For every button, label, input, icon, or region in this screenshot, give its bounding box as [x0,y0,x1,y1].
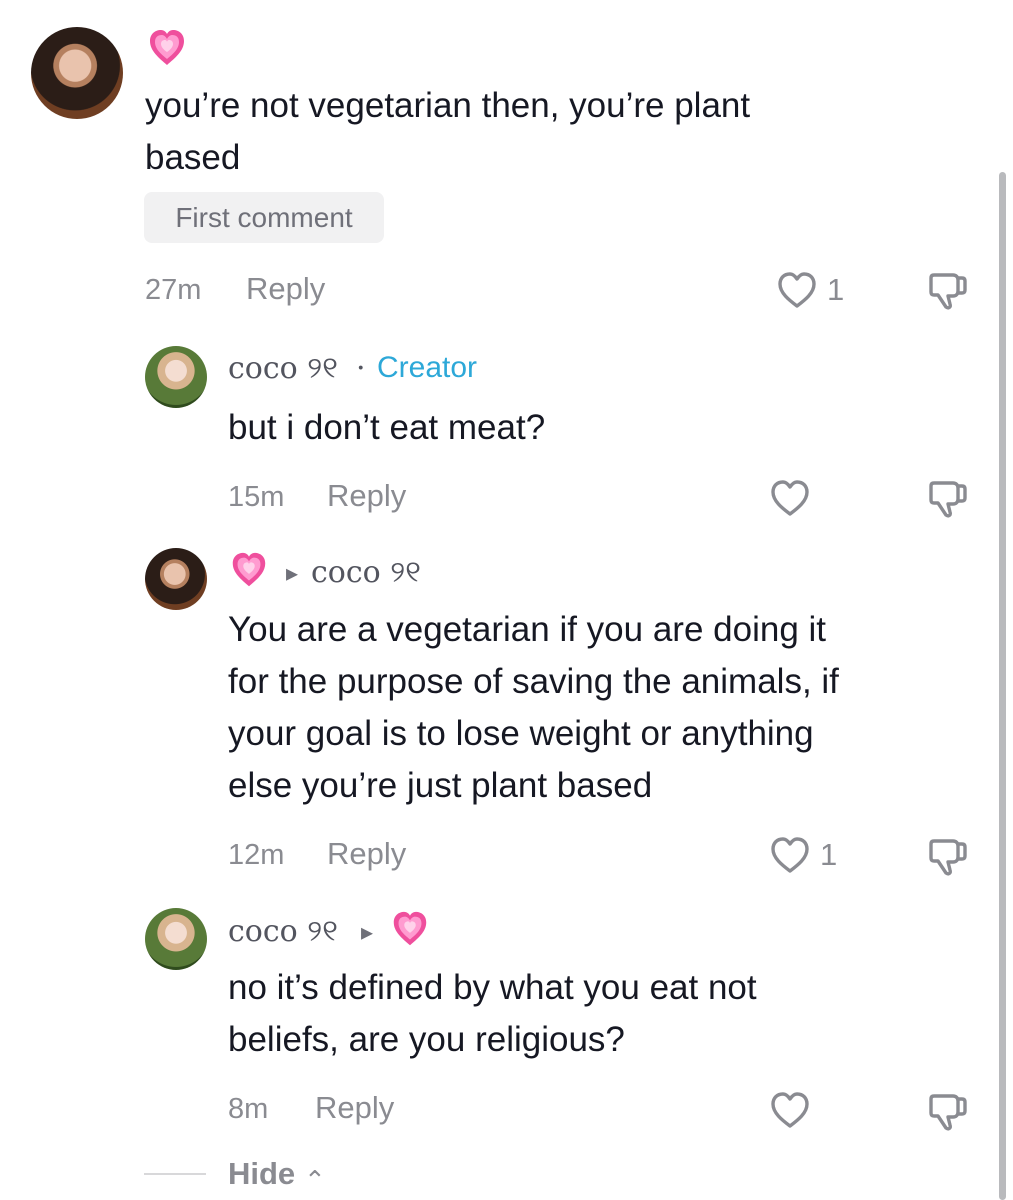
reply-text-line: your goal is to lose weight or anything [228,714,814,753]
commenter-avatar[interactable] [31,27,123,119]
reply-time: 15m [228,481,285,513]
reply-button[interactable]: Reply [246,271,325,307]
like-count: 1 [820,837,838,872]
reply-time: 12m [228,839,285,871]
heart-outline-icon[interactable] [768,835,812,875]
creator-avatar[interactable] [145,346,207,408]
reply-text-line: no it’s defined by what you eat not [228,968,757,1007]
reply-arrow-icon: ▸ [361,918,374,946]
first-comment-badge: First comment [144,192,384,243]
thumbs-down-icon[interactable] [925,268,969,312]
reply-to-username[interactable]: coco ୨୧ [311,555,421,591]
thumbs-down-icon[interactable] [925,476,969,520]
heart-outline-icon[interactable] [768,1090,812,1130]
pink-heart-emoji-icon [145,26,189,70]
reply-text-line: but i don’t eat meat? [228,408,546,447]
scrollbar[interactable] [999,172,1006,1200]
heart-outline-icon[interactable] [768,478,812,518]
hide-replies-button[interactable]: Hide [228,1156,295,1192]
thumbs-down-icon[interactable] [925,834,969,878]
comment-text-line: based [145,138,241,177]
hide-divider [144,1173,206,1175]
reply-button[interactable]: Reply [315,1090,394,1126]
reply-time: 8m [228,1093,269,1125]
reply-text-line: You are a vegetarian if you are doing it [228,610,827,649]
pink-heart-emoji-icon [228,549,270,591]
reply-arrow-icon: ▸ [286,559,299,587]
reply-text-line: else you’re just plant based [228,766,653,805]
like-count: 1 [827,272,845,307]
chevron-up-icon[interactable]: ⌃ [304,1162,326,1198]
pink-heart-emoji-icon [389,908,431,950]
separator-dot: · [356,351,366,386]
reply-text-line: for the purpose of saving the animals, i… [228,662,839,701]
creator-label: Creator [377,351,478,384]
comment-time: 27m [145,274,202,306]
commenter-avatar[interactable] [145,548,207,610]
creator-avatar[interactable] [145,908,207,970]
creator-username[interactable]: coco ୨୧ [228,914,338,950]
creator-username[interactable]: coco ୨୧ [228,351,338,387]
reply-button[interactable]: Reply [327,478,406,514]
comment-text-line: you’re not vegetarian then, you’re plant [145,86,751,125]
reply-text-line: beliefs, are you religious? [228,1020,625,1059]
thumbs-down-icon[interactable] [925,1089,969,1133]
heart-outline-icon[interactable] [775,270,819,310]
reply-button[interactable]: Reply [327,836,406,872]
